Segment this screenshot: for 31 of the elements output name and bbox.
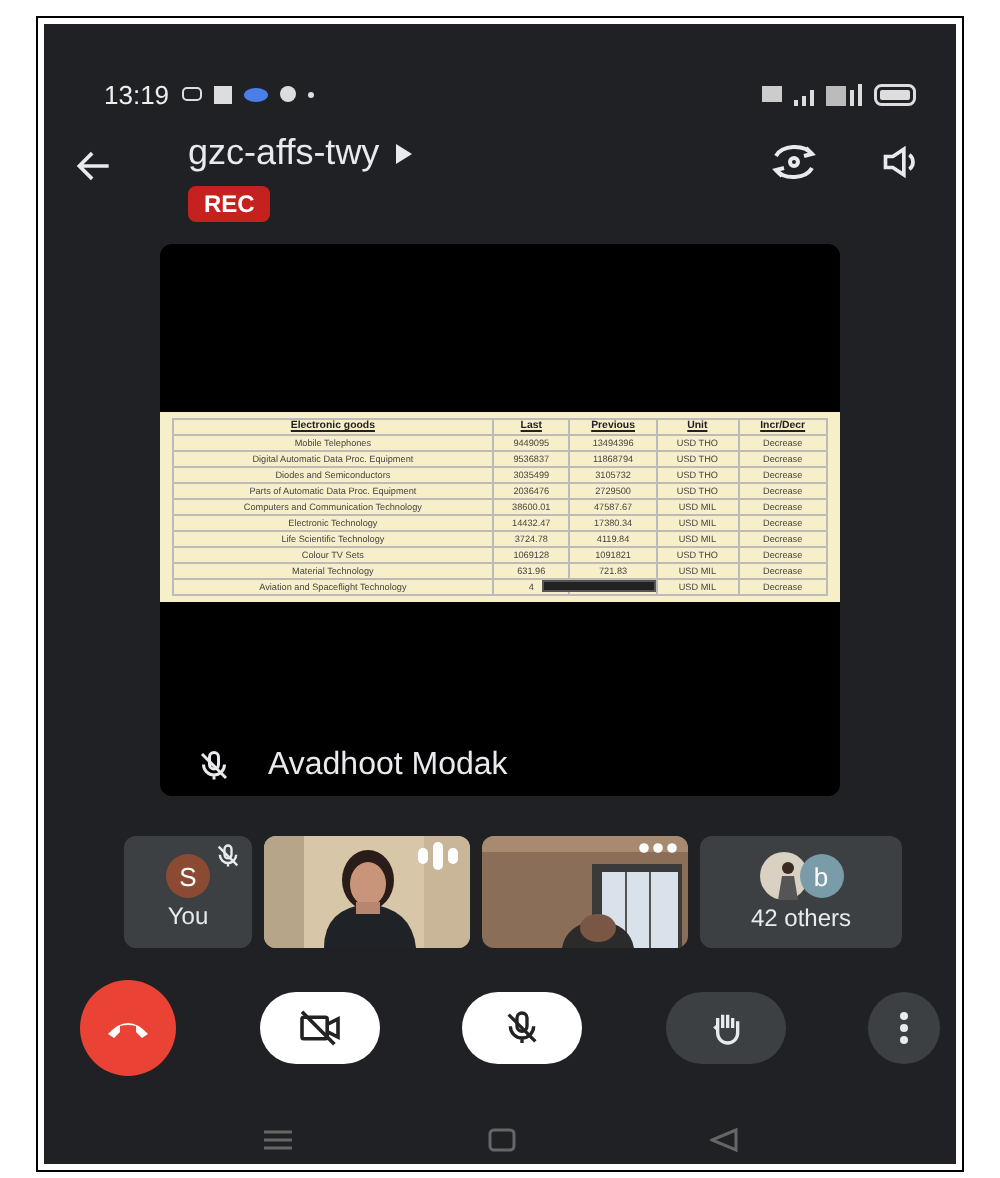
home-icon[interactable] [487,1128,516,1152]
battery-icon [874,83,916,105]
signal-icon [826,83,862,105]
more-icon [900,1012,908,1044]
end-call-button[interactable] [80,980,176,1076]
participant-name: You [167,902,209,930]
mic-off-icon [196,748,232,784]
switch-camera-icon[interactable] [768,140,820,184]
clock: 13:19 [104,79,170,109]
participant-count: 42 others [750,904,852,932]
toolbar-overlay [542,580,656,592]
avatar: S [166,854,210,898]
more-icon[interactable] [638,842,678,854]
participant-tile[interactable]: b 42 others [700,836,902,948]
cast-icon [181,86,202,102]
menu-icon[interactable] [261,1128,294,1152]
presenter-name: Avadhoot Modak [268,748,508,784]
recording-badge: REC [188,186,271,222]
avatar: b [799,854,843,898]
mic-off-icon [214,842,242,870]
meeting-code[interactable]: gzc-affs-twy [188,132,380,174]
camera-off-icon [297,1010,341,1046]
camera-button[interactable] [259,992,379,1064]
expand-icon[interactable] [395,143,412,163]
dot-icon [307,91,314,97]
raise-hand-button[interactable] [665,992,785,1064]
participant-tile[interactable]: S You [124,836,252,948]
mic-off-icon [502,1008,542,1048]
more-options-button[interactable] [868,992,940,1064]
avatar [759,852,807,900]
microphone-button[interactable] [462,992,582,1064]
